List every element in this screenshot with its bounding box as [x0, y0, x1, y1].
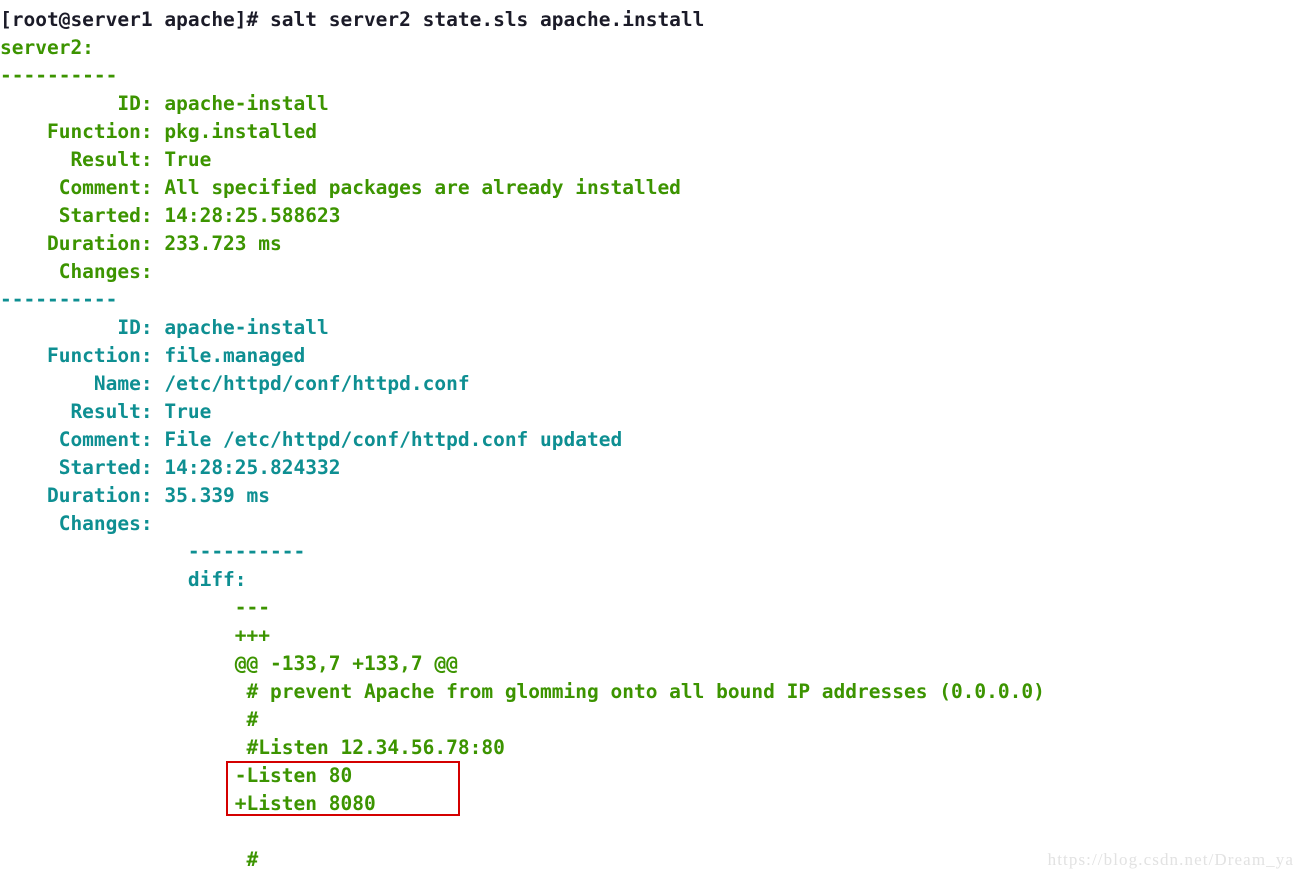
state-1-changes: Changes:	[0, 260, 188, 283]
state-1-comment: Comment: All specified packages are alre…	[0, 176, 681, 199]
diff-context-listen-example: #Listen 12.34.56.78:80	[0, 736, 505, 759]
diff-new-file-marker: +++	[0, 624, 271, 647]
state-separator-mid: ----------	[0, 288, 118, 311]
diff-context-comment-1: # prevent Apache from glomming onto all …	[0, 680, 1045, 703]
diff-blank-line	[0, 818, 1308, 846]
diff-added-listen-8080: +Listen 8080	[0, 792, 376, 815]
state-1-function: Function: pkg.installed	[0, 120, 317, 143]
diff-separator: ----------	[0, 540, 306, 563]
state-2-function: Function: file.managed	[0, 344, 306, 367]
command-prompt-line: [root@server1 apache]# salt server2 stat…	[0, 8, 705, 31]
state-2-changes: Changes:	[0, 512, 188, 535]
diff-key-label: diff:	[0, 568, 247, 591]
state-1-started: Started: 14:28:25.588623	[0, 204, 341, 227]
state-1-duration: Duration: 233.723 ms	[0, 232, 282, 255]
state-separator-top: ----------	[0, 64, 118, 87]
state-1-result: Result: True	[0, 148, 212, 171]
terminal-window[interactable]: [root@server1 apache]# salt server2 stat…	[0, 0, 1308, 878]
watermark-text: https://blog.csdn.net/Dream_ya	[1047, 850, 1294, 869]
state-2-name: Name: /etc/httpd/conf/httpd.conf	[0, 372, 470, 395]
state-2-result: Result: True	[0, 400, 212, 423]
state-2-comment: Comment: File /etc/httpd/conf/httpd.conf…	[0, 428, 623, 451]
state-2-started: Started: 14:28:25.824332	[0, 456, 341, 479]
state-1-id: ID: apache-install	[0, 92, 329, 115]
minion-id-line: server2:	[0, 36, 94, 59]
diff-hunk-header: @@ -133,7 +133,7 @@	[0, 652, 458, 675]
diff-removed-listen-80: -Listen 80	[0, 764, 353, 787]
diff-context-hash-1: #	[0, 708, 259, 731]
state-2-duration: Duration: 35.339 ms	[0, 484, 271, 507]
diff-old-file-marker: ---	[0, 596, 271, 619]
state-2-id: ID: apache-install	[0, 316, 329, 339]
